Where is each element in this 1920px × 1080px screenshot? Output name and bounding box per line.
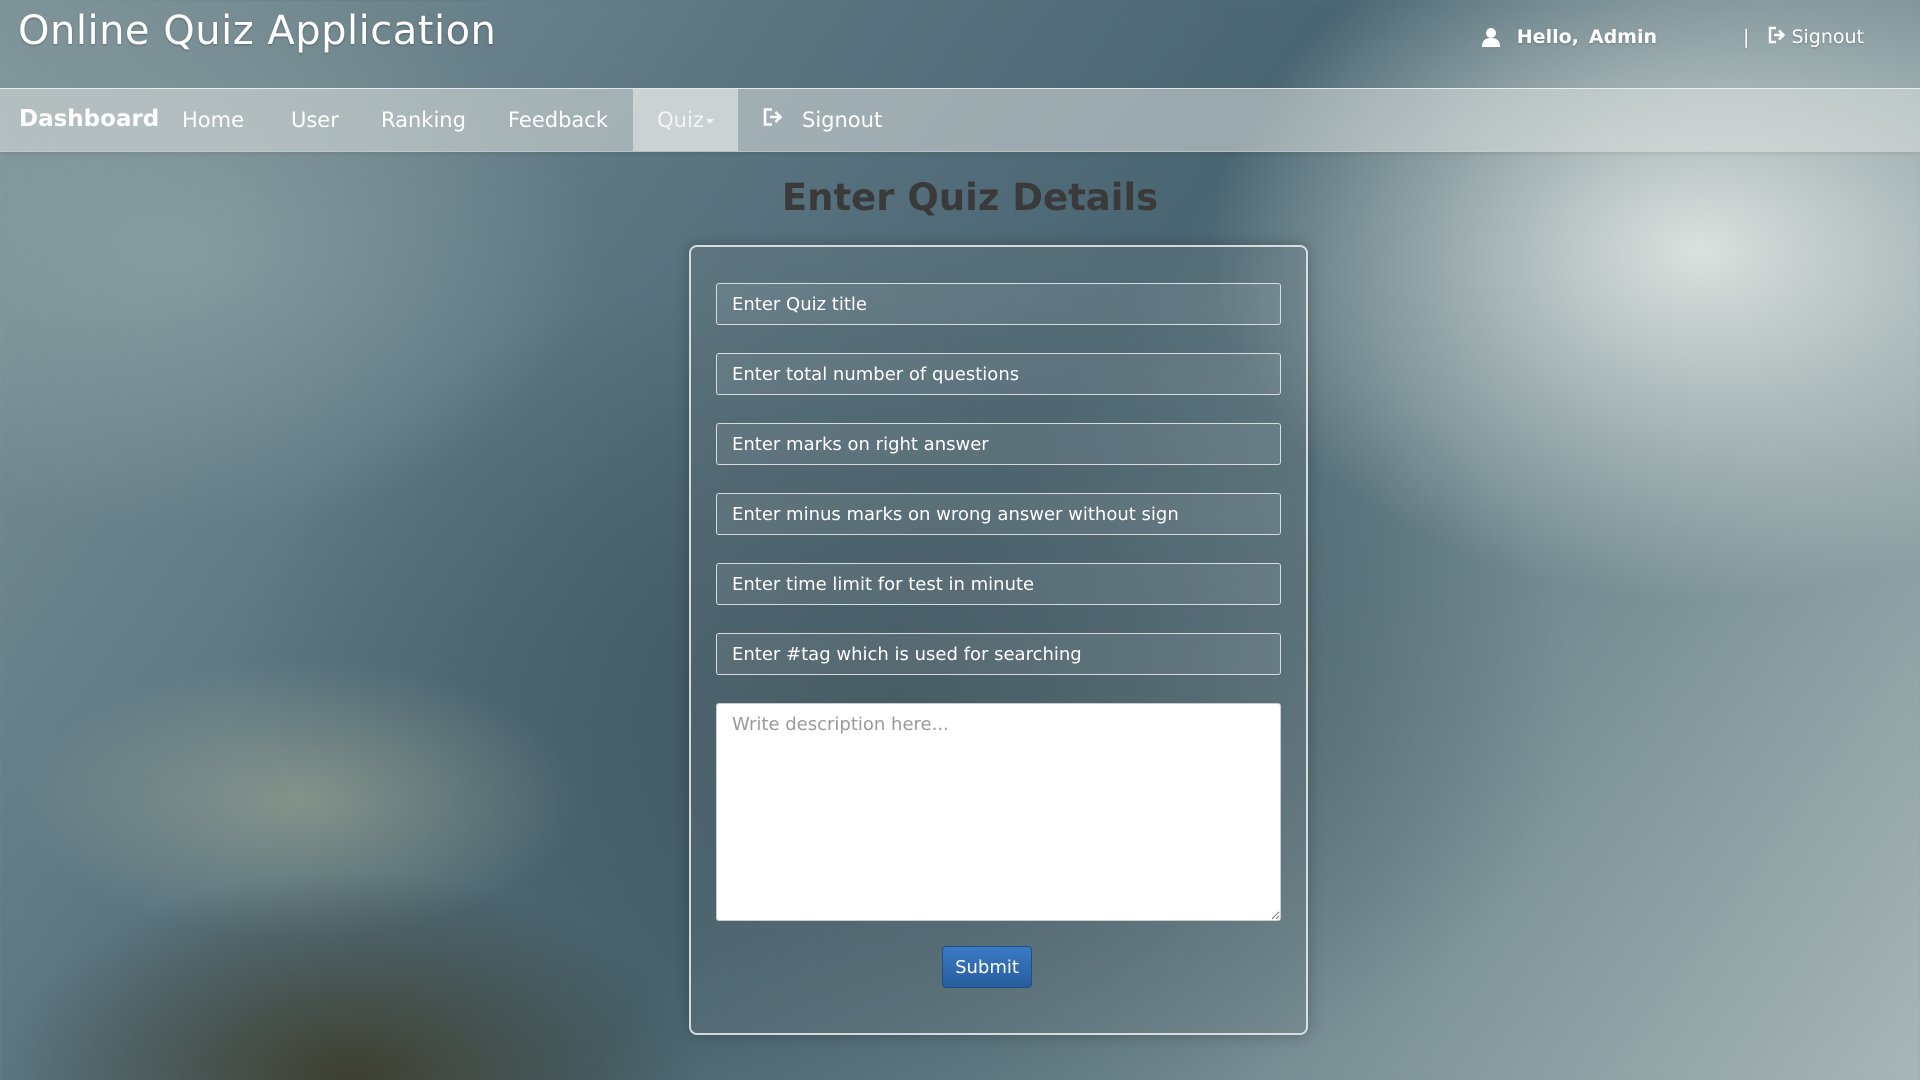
nav-item-user[interactable]: User [291, 89, 339, 151]
total-questions-input[interactable] [716, 353, 1281, 395]
nav-item-signout[interactable]: Signout [762, 89, 882, 151]
page-title: Enter Quiz Details [781, 176, 1159, 219]
nav-brand-dashboard[interactable]: Dashboard [19, 106, 159, 132]
nav-item-ranking[interactable]: Ranking [381, 89, 466, 151]
description-textarea[interactable] [716, 703, 1281, 921]
app-title: Online Quiz Application [18, 8, 497, 54]
quiz-details-form: Submit [689, 245, 1308, 1035]
signout-icon [762, 89, 802, 151]
user-area: Hello, Admin | Signout [1481, 24, 1864, 50]
header-signout-link[interactable]: Signout [1767, 26, 1864, 49]
submit-button[interactable]: Submit [942, 946, 1032, 988]
tag-input[interactable] [716, 633, 1281, 675]
wrong-answer-minus-marks-input[interactable] [716, 493, 1281, 535]
caret-down-icon [705, 118, 714, 124]
nav-signout-label: Signout [802, 108, 883, 132]
time-limit-input[interactable] [716, 563, 1281, 605]
right-answer-marks-input[interactable] [716, 423, 1281, 465]
greeting-text: Hello, [1516, 26, 1579, 48]
header-signout-label: Signout [1791, 26, 1864, 48]
nav-item-home[interactable]: Home [182, 89, 244, 151]
user-icon [1481, 27, 1501, 47]
nav-item-feedback[interactable]: Feedback [508, 89, 608, 151]
user-name: Admin [1588, 26, 1658, 48]
signout-icon [1767, 26, 1791, 49]
nav-item-quiz-dropdown[interactable]: Quiz [633, 89, 738, 151]
main-navbar: Dashboard Home User Ranking Feedback Qui… [0, 88, 1920, 152]
separator: | [1743, 26, 1750, 48]
nav-quiz-label: Quiz [657, 108, 704, 132]
top-header: Online Quiz Application Hello, Admin | S… [0, 0, 1920, 88]
quiz-title-input[interactable] [716, 283, 1281, 325]
